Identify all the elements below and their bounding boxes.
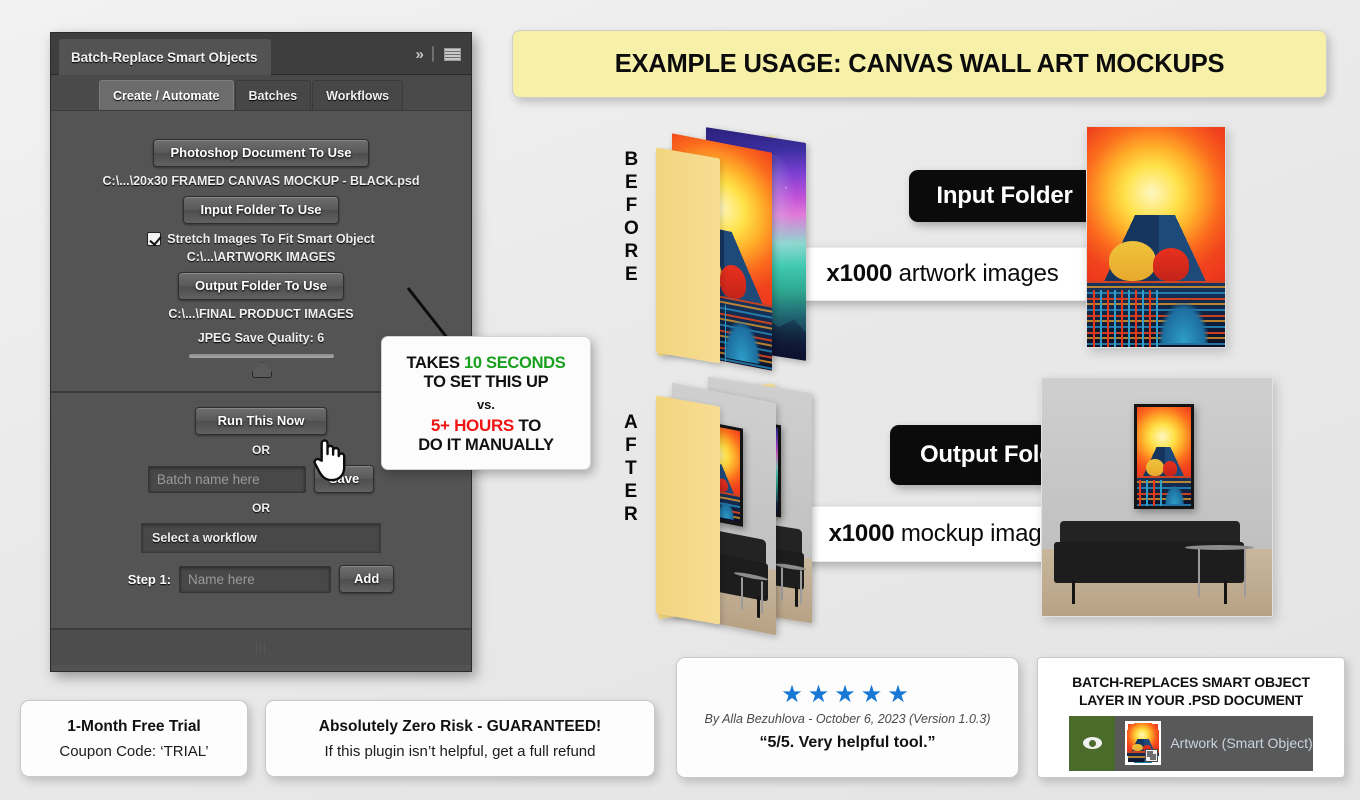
psd-path-label: C:\...\20x30 FRAMED CANVAS MOCKUP - BLAC… <box>102 174 420 188</box>
callout-line-2: TO SET THIS UP <box>423 372 549 391</box>
jpeg-quality-slider[interactable] <box>188 354 334 358</box>
slider-track <box>188 354 334 358</box>
tab-create-automate[interactable]: Create / Automate <box>99 80 234 110</box>
hamburger-menu-icon[interactable] <box>444 47 461 61</box>
input-folder-badge: Input Folder <box>909 170 1100 222</box>
layer-visibility-cell[interactable] <box>1069 715 1116 771</box>
review-author-meta: By Alla Bezuhlova - October 6, 2023 (Ver… <box>704 712 991 726</box>
panel-footer: ||| <box>51 629 471 665</box>
free-trial-title: 1-Month Free Trial <box>67 717 201 735</box>
layer-thumbnail <box>1125 721 1162 765</box>
review-quote: “5/5. Very helpful tool.” <box>759 734 936 751</box>
panel-title: Batch-Replace Smart Objects <box>71 49 258 65</box>
step-name-input[interactable] <box>179 565 332 593</box>
free-trial-coupon: Coupon Code: ‘TRIAL’ <box>59 742 209 760</box>
input-folder-button[interactable]: Input Folder To Use <box>183 196 339 224</box>
after-label: AFTER <box>624 412 638 525</box>
smart-object-title-line-2: LAYER IN YOUR .PSD DOCUMENT <box>1078 691 1304 708</box>
callout-line-4: 5+ HOURS TO <box>430 415 542 435</box>
batch-name-input[interactable] <box>147 465 306 493</box>
smart-object-badge-icon <box>1145 749 1159 762</box>
chevron-double-right-icon[interactable]: » <box>416 46 424 63</box>
input-count-unit: artwork images <box>892 260 1059 287</box>
input-path-label: C:\...\ARTWORK IMAGES <box>186 250 336 264</box>
add-button[interactable]: Add <box>339 565 395 593</box>
sample-mockup-image <box>1041 377 1273 617</box>
layer-name-label: Artwork (Smart Object) <box>1170 735 1313 751</box>
callout-line-1: TAKES 10 SECONDS <box>406 353 566 372</box>
sample-artwork-image <box>1086 126 1226 348</box>
hand-pointer-cursor <box>313 439 346 482</box>
review-card: ★★★★★ By Alla Bezuhlova - October 6, 202… <box>676 657 1019 778</box>
banner-title: EXAMPLE USAGE: CANVAS WALL ART MOCKUPS <box>614 49 1225 78</box>
zero-risk-title: Absolutely Zero Risk - GUARANTEED! <box>318 717 602 735</box>
workflow-select[interactable]: Select a workflow <box>141 523 381 553</box>
zero-risk-card: Absolutely Zero Risk - GUARANTEED! If th… <box>265 700 655 777</box>
photoshop-document-button[interactable]: Photoshop Document To Use <box>153 139 369 167</box>
output-folder-button[interactable]: Output Folder To Use <box>178 272 344 300</box>
or-label-2: OR <box>252 501 270 515</box>
smart-object-title-line-1: BATCH-REPLACES SMART OBJECT <box>1072 673 1310 690</box>
stretch-images-checkbox[interactable] <box>147 232 162 246</box>
divider: | <box>430 45 435 62</box>
zero-risk-sub: If this plugin isn’t helpful, get a full… <box>324 742 596 760</box>
output-count-value: x1000 <box>828 520 895 547</box>
after-folder-graphic <box>650 376 840 636</box>
input-count-value: x1000 <box>826 260 893 287</box>
free-trial-card: 1-Month Free Trial Coupon Code: ‘TRIAL’ <box>20 700 248 777</box>
smart-object-card-title: BATCH-REPLACES SMART OBJECT LAYER IN YOU… <box>1066 664 1316 716</box>
input-folder-badge-label: Input Folder <box>936 182 1073 209</box>
example-usage-banner: EXAMPLE USAGE: CANVAS WALL ART MOCKUPS <box>512 30 1327 98</box>
callout-line-5: DO IT MANUALLY <box>418 435 554 454</box>
step-1-label: Step 1: <box>127 571 172 587</box>
smart-object-card: BATCH-REPLACES SMART OBJECT LAYER IN YOU… <box>1037 657 1345 778</box>
star-rating-icons: ★★★★★ <box>781 681 914 708</box>
before-label: BEFORE <box>624 149 639 285</box>
time-savings-callout: TAKES 10 SECONDS TO SET THIS UP vs. 5+ H… <box>381 336 591 470</box>
input-count-badge: x1000 artwork images <box>791 247 1094 301</box>
layer-row[interactable]: Artwork (Smart Object) <box>1069 715 1313 771</box>
stretch-images-label: Stretch Images To Fit Smart Object <box>167 232 375 246</box>
step-row: Step 1: Add <box>51 565 471 593</box>
eye-visibility-icon[interactable] <box>1082 737 1102 749</box>
panel-resize-grip[interactable]: ||| <box>255 642 267 654</box>
panel-titlebar: Batch-Replace Smart Objects » | <box>51 33 471 75</box>
panel-tab-bar: Create / Automate Batches Workflows <box>51 75 471 111</box>
run-this-now-button[interactable]: Run This Now <box>194 407 328 435</box>
panel-titlebar-icons: » | <box>416 33 461 75</box>
tab-workflows[interactable]: Workflows <box>312 80 404 110</box>
folder-front-flap-after <box>656 395 720 625</box>
tab-batches[interactable]: Batches <box>234 80 312 110</box>
callout-line-3: vs. <box>476 396 496 412</box>
stretch-images-row[interactable]: Stretch Images To Fit Smart Object <box>51 232 471 246</box>
folder-front-flap <box>656 147 720 364</box>
panel-title-tab[interactable]: Batch-Replace Smart Objects <box>59 39 272 75</box>
